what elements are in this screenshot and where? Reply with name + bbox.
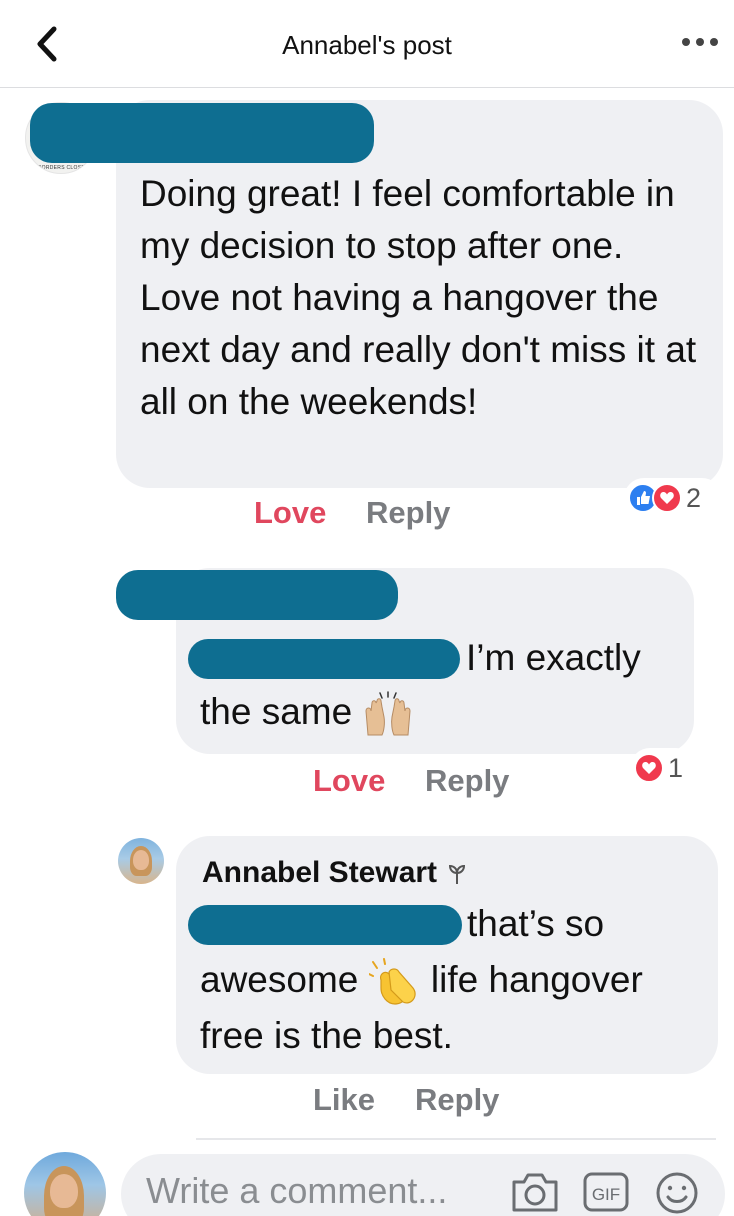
comment-input-placeholder: Write a comment... bbox=[146, 1170, 448, 1211]
comment-text: that’s so bbox=[467, 903, 605, 944]
post-header: Annabel's post bbox=[0, 0, 734, 88]
reply-button[interactable]: Reply bbox=[415, 1082, 499, 1118]
comment-text: awesome life hangover bbox=[200, 954, 643, 1006]
svg-text:GIF: GIF bbox=[592, 1185, 620, 1204]
love-button[interactable]: Love bbox=[254, 495, 326, 531]
comment-text: free is the best. bbox=[200, 1015, 453, 1056]
like-button[interactable]: Like bbox=[313, 1082, 375, 1118]
reply-button[interactable]: Reply bbox=[425, 763, 509, 799]
love-button[interactable]: Love bbox=[313, 763, 385, 799]
reaction-summary[interactable]: 2 bbox=[624, 478, 722, 518]
page-title: Annabel's post bbox=[282, 30, 452, 60]
redacted-mention bbox=[188, 639, 460, 679]
redacted-author-name bbox=[116, 570, 398, 620]
author-avatar[interactable] bbox=[118, 838, 164, 884]
redacted-author-name bbox=[30, 103, 374, 163]
gif-icon[interactable]: GIF bbox=[582, 1170, 630, 1214]
comment-author-name[interactable]: Annabel Stewart bbox=[202, 856, 469, 890]
camera-icon[interactable] bbox=[510, 1170, 560, 1214]
avatar-caption: BORDERS CLOSED bbox=[38, 165, 89, 171]
more-dots-icon bbox=[682, 38, 690, 46]
emoji-smiley-icon[interactable] bbox=[654, 1170, 700, 1216]
raised-hands-emoji bbox=[365, 691, 411, 736]
redacted-mention bbox=[188, 905, 462, 945]
user-avatar[interactable] bbox=[24, 1152, 106, 1216]
heart-reaction-icon bbox=[634, 753, 664, 783]
heart-reaction-icon bbox=[652, 483, 682, 513]
clapping-hands-emoji bbox=[368, 958, 416, 1005]
plant-sprout-icon bbox=[449, 865, 466, 885]
reply-button[interactable]: Reply bbox=[366, 495, 450, 531]
reaction-count: 2 bbox=[686, 482, 702, 513]
comment-text: I’m exactly bbox=[466, 637, 641, 678]
reaction-count: 1 bbox=[668, 752, 684, 783]
reaction-summary[interactable]: 1 bbox=[630, 748, 696, 788]
comment-text: Doing great! I feel comfortable in my de… bbox=[140, 173, 697, 422]
comment-text: the same bbox=[200, 686, 414, 738]
divider bbox=[196, 1138, 716, 1140]
more-options-button[interactable] bbox=[682, 38, 718, 50]
